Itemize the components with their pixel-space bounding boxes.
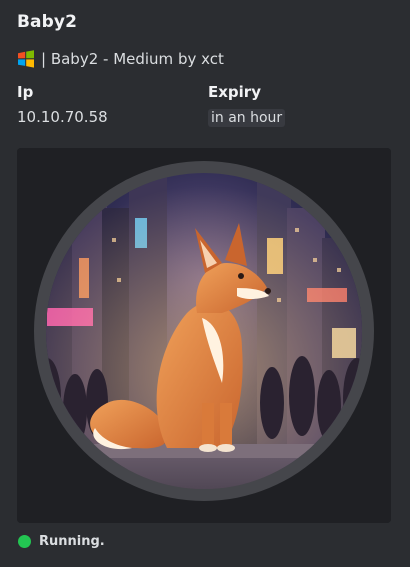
field-ip-name: Ip xyxy=(17,83,34,101)
field-ip-value[interactable]: 10.10.70.58 xyxy=(17,107,108,127)
embed-description-text: | Baby2 - Medium by xct xyxy=(41,50,224,68)
windows-icon xyxy=(17,50,35,68)
field-expiry: Expiry in an hour xyxy=(208,82,286,128)
machine-embed-card: Baby2 | Baby2 - Medium by xct Ip 10.10.7… xyxy=(0,0,410,567)
embed-title: Baby2 xyxy=(17,12,78,32)
embed-description: | Baby2 - Medium by xct xyxy=(17,50,224,68)
field-expiry-name: Expiry xyxy=(208,83,261,101)
field-expiry-value-wrap: in an hour xyxy=(208,107,286,128)
embed-image[interactable] xyxy=(17,148,391,523)
fox-city-illustration xyxy=(17,148,391,523)
embed-footer: Running. xyxy=(18,534,105,549)
field-ip: Ip 10.10.70.58 xyxy=(17,82,108,127)
status-dot-icon xyxy=(18,535,31,548)
field-expiry-value: in an hour xyxy=(208,109,286,127)
status-text: Running. xyxy=(39,534,105,549)
